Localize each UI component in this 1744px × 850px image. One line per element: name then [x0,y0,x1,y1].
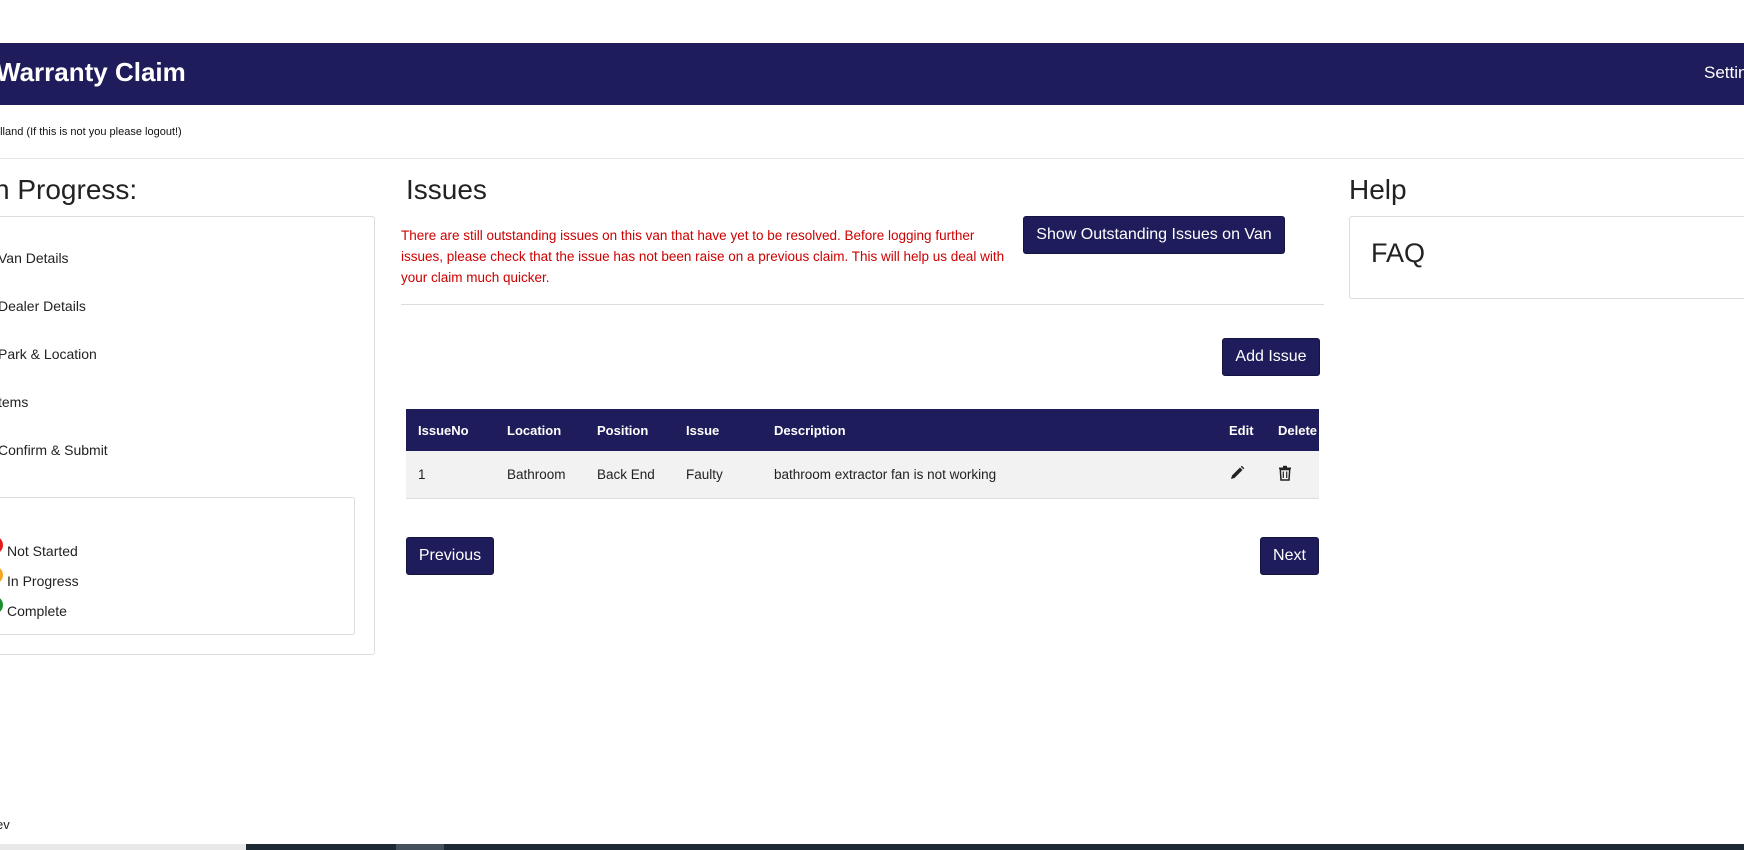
step-van-details[interactable]: Van Details [0,250,69,266]
table-header-row: IssueNo Location Position Issue Descript… [406,409,1319,451]
cell-issue-no: 1 [406,451,495,499]
step-park-location[interactable]: Park & Location [0,346,97,362]
table-row: 1 Bathroom Back End Faulty bathroom extr… [406,451,1319,499]
footer-text: ev [0,817,10,832]
trash-icon[interactable] [1278,465,1292,481]
taskbar-left-area [0,844,246,850]
issues-table: IssueNo Location Position Issue Descript… [406,409,1319,499]
cell-description: bathroom extractor fan is not working [762,451,1217,499]
faq-link[interactable]: FAQ [1371,238,1425,269]
cell-position: Back End [585,451,674,499]
pencil-icon[interactable] [1229,465,1245,481]
column-header-issueno: IssueNo [406,409,495,451]
taskbar-active-item[interactable] [396,844,444,850]
column-header-position: Position [585,409,674,451]
status-legend: : Not Started In Progress Complete [0,497,355,635]
settings-link[interactable]: Settin [1704,63,1744,83]
column-header-edit: Edit [1217,409,1266,451]
column-header-issue: Issue [674,409,762,451]
divider [0,158,1744,159]
red-status-dot-icon [0,536,3,554]
legend-label: Complete [7,603,67,619]
progress-heading: n Progress: [0,174,138,205]
column-header-delete: Delete [1266,409,1319,451]
help-panel: FAQ [1349,216,1744,299]
add-issue-button[interactable]: Add Issue [1222,338,1320,376]
logged-in-user-text: olland (If this is not you please logout… [0,126,182,138]
show-outstanding-issues-button[interactable]: Show Outstanding Issues on Van [1023,216,1285,254]
divider [401,304,1324,305]
cell-issue: Faulty [674,451,762,499]
help-heading: Help [1349,174,1407,205]
issues-heading: Issues [406,174,487,205]
app-brand-title[interactable]: Warranty Claim [0,57,186,88]
step-confirm-submit[interactable]: Confirm & Submit [0,442,108,458]
step-dealer-details[interactable]: Dealer Details [0,298,86,314]
cell-edit [1217,451,1266,499]
cell-delete [1266,451,1319,499]
next-button[interactable]: Next [1260,537,1319,575]
outstanding-issues-warning: There are still outstanding issues on th… [401,228,1005,285]
step-items[interactable]: tems [0,394,28,410]
legend-label: In Progress [7,573,79,589]
column-header-location: Location [495,409,585,451]
cell-location: Bathroom [495,451,585,499]
previous-button[interactable]: Previous [406,537,494,575]
os-taskbar [246,844,1744,850]
green-status-dot-icon [0,596,3,614]
column-header-description: Description [762,409,1217,451]
legend-label: Not Started [7,543,78,559]
top-navbar: Warranty Claim Settin [0,43,1744,105]
orange-status-dot-icon [0,566,3,584]
